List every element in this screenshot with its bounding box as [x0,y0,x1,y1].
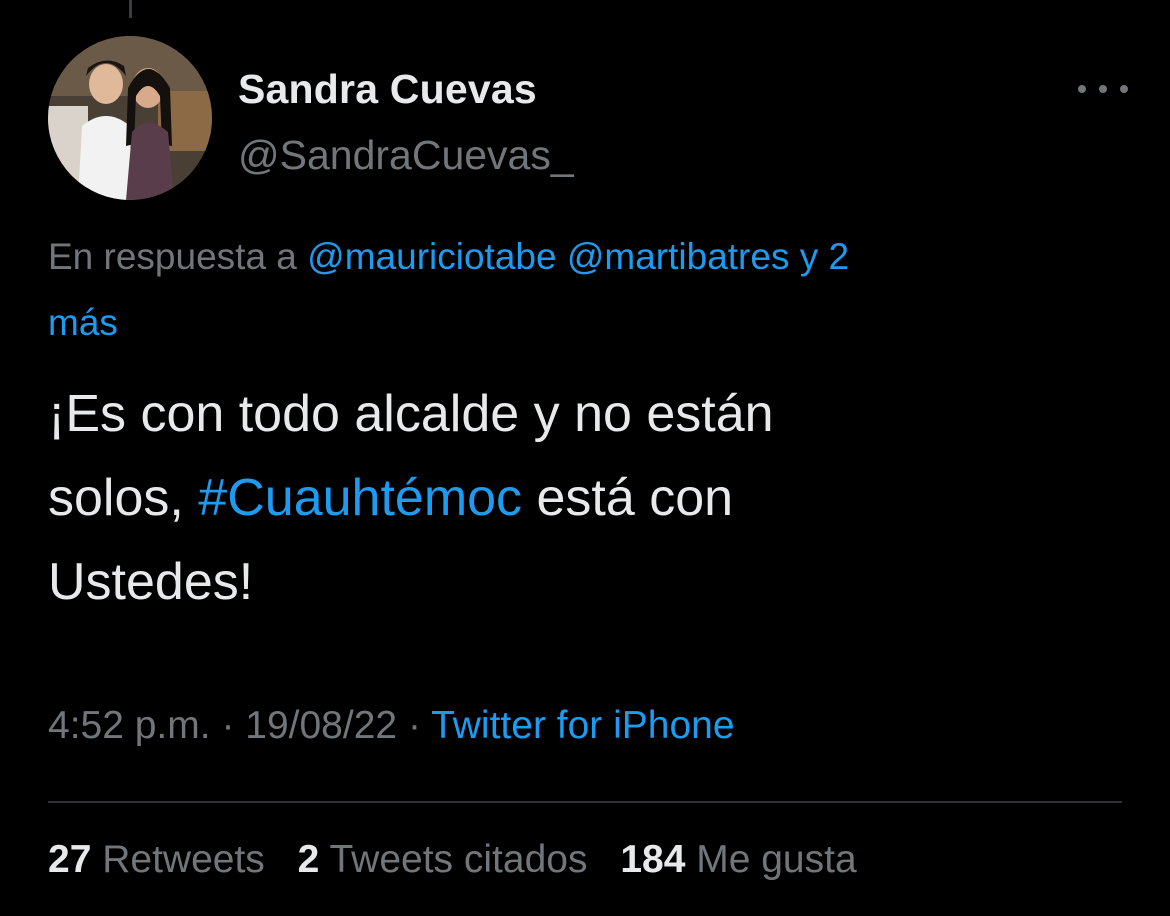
tweet-date[interactable]: 19/08/22 [245,704,397,747]
meta-separator: · [221,704,235,747]
tweet-time[interactable]: 4:52 p.m. [48,704,211,747]
quotes-label: Tweets citados [329,838,588,881]
author-handle[interactable]: @SandraCuevas_ [238,132,574,179]
reply-more-b: más [48,302,118,343]
likes-stat[interactable]: 184 Me gusta [620,838,856,881]
tweet-stats: 27 Retweets 2 Tweets citados 184 Me gust… [48,838,879,882]
more-dot [1120,85,1128,93]
retweets-stat[interactable]: 27 Retweets [48,838,265,881]
quotes-count: 2 [297,838,320,881]
reply-context: En respuesta a @mauriciotabe @martibatre… [48,224,1108,356]
thread-connector [129,0,132,18]
tweet-source-link[interactable]: Twitter for iPhone [431,704,734,747]
tweet-line-3: Ustedes! [48,553,254,611]
retweets-label: Retweets [102,838,265,881]
mention-mauriciotabe[interactable]: @mauriciotabe [307,236,556,277]
likes-label: Me gusta [696,838,857,881]
likes-count: 184 [620,838,686,881]
tweet-line-2-end: está con [536,469,734,527]
retweets-count: 27 [48,838,92,881]
more-dot [1099,85,1107,93]
more-dot [1078,85,1086,93]
more-horizontal-icon[interactable] [1078,78,1128,100]
hashtag-link[interactable]: #Cuauhtémoc [198,469,522,527]
reply-prefix: En respuesta a [48,236,297,277]
meta-separator: · [407,704,421,747]
quote-tweets-stat[interactable]: 2 Tweets citados [298,838,588,881]
author-name[interactable]: Sandra Cuevas [238,66,537,113]
tweet-meta: 4:52 p.m. · 19/08/22 · Twitter for iPhon… [48,704,735,748]
mention-martibatres[interactable]: @martibatres [567,236,790,277]
tweet-line-1: ¡Es con todo alcalde y no están [48,385,774,443]
reply-more-a: y 2 [799,236,850,277]
divider [48,801,1122,803]
tweet-line-2-start: solos, [48,469,184,527]
avatar[interactable] [48,36,212,200]
tweet-text: ¡Es con todo alcalde y no están solos, #… [48,372,1128,624]
tweet-header: Sandra Cuevas @SandraCuevas_ [48,36,1128,202]
